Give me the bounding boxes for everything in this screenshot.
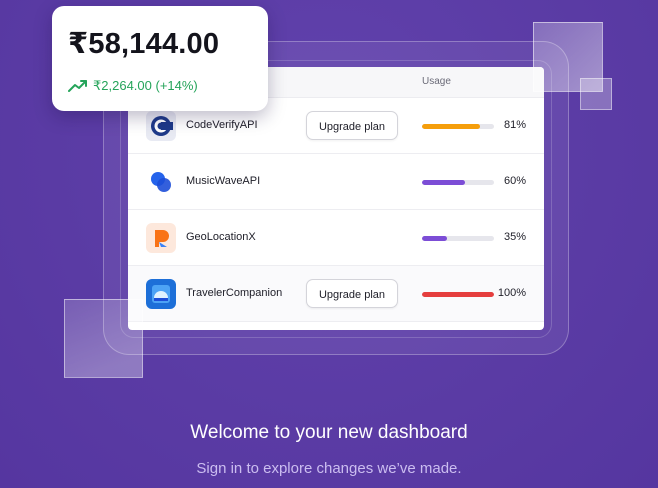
balance-change-text: ₹2,264.00 (+14%) xyxy=(93,78,198,93)
api-name: CodeVerifyAPI xyxy=(186,119,258,131)
usage-column-header: Usage xyxy=(422,76,451,87)
usage-bar-fill xyxy=(422,124,481,129)
geolocation-logo-icon xyxy=(146,223,176,253)
trending-up-icon xyxy=(68,80,87,92)
usage-bar xyxy=(422,124,494,129)
table-row: GeoLocationX 35% xyxy=(128,210,544,266)
api-name: TravelerCompanion xyxy=(186,287,283,299)
balance-amount: ₹58,144.00 xyxy=(68,28,220,60)
welcome-title: Welcome to your new dashboard xyxy=(190,422,468,443)
usage-bar xyxy=(422,180,494,185)
usage-percent: 100% xyxy=(497,287,526,299)
upgrade-plan-button[interactable]: Upgrade plan xyxy=(306,279,398,308)
usage-bar xyxy=(422,236,494,241)
usage-bar-fill xyxy=(422,292,494,297)
decorative-glass-square xyxy=(64,299,143,378)
upgrade-plan-button[interactable]: Upgrade plan xyxy=(306,111,398,140)
table-row: MusicWaveAPI 60% xyxy=(128,154,544,210)
usage-bar xyxy=(422,292,494,297)
musicwave-logo-icon xyxy=(146,167,176,197)
welcome-subtitle: Sign in to explore changes we’ve made. xyxy=(196,460,462,477)
codeverify-logo-icon xyxy=(146,111,176,141)
usage-bar-fill xyxy=(422,236,448,241)
api-name: MusicWaveAPI xyxy=(186,175,261,187)
usage-bar-fill xyxy=(422,180,466,185)
usage-percent: 60% xyxy=(503,175,526,187)
decorative-glass-square xyxy=(580,78,612,110)
table-row: TravelerCompanion Upgrade plan 100% xyxy=(128,266,544,322)
balance-change: ₹2,264.00 (+14%) xyxy=(68,78,198,94)
api-name: GeoLocationX xyxy=(186,231,256,243)
usage-percent: 81% xyxy=(503,119,526,131)
usage-percent: 35% xyxy=(503,231,526,243)
balance-card: ₹58,144.00 ₹2,264.00 (+14%) xyxy=(52,6,268,111)
dashboard-preview: Usage CodeVerifyAPI Upgrade plan 81% Mus… xyxy=(0,0,658,488)
travelercompanion-logo-icon xyxy=(146,279,176,309)
